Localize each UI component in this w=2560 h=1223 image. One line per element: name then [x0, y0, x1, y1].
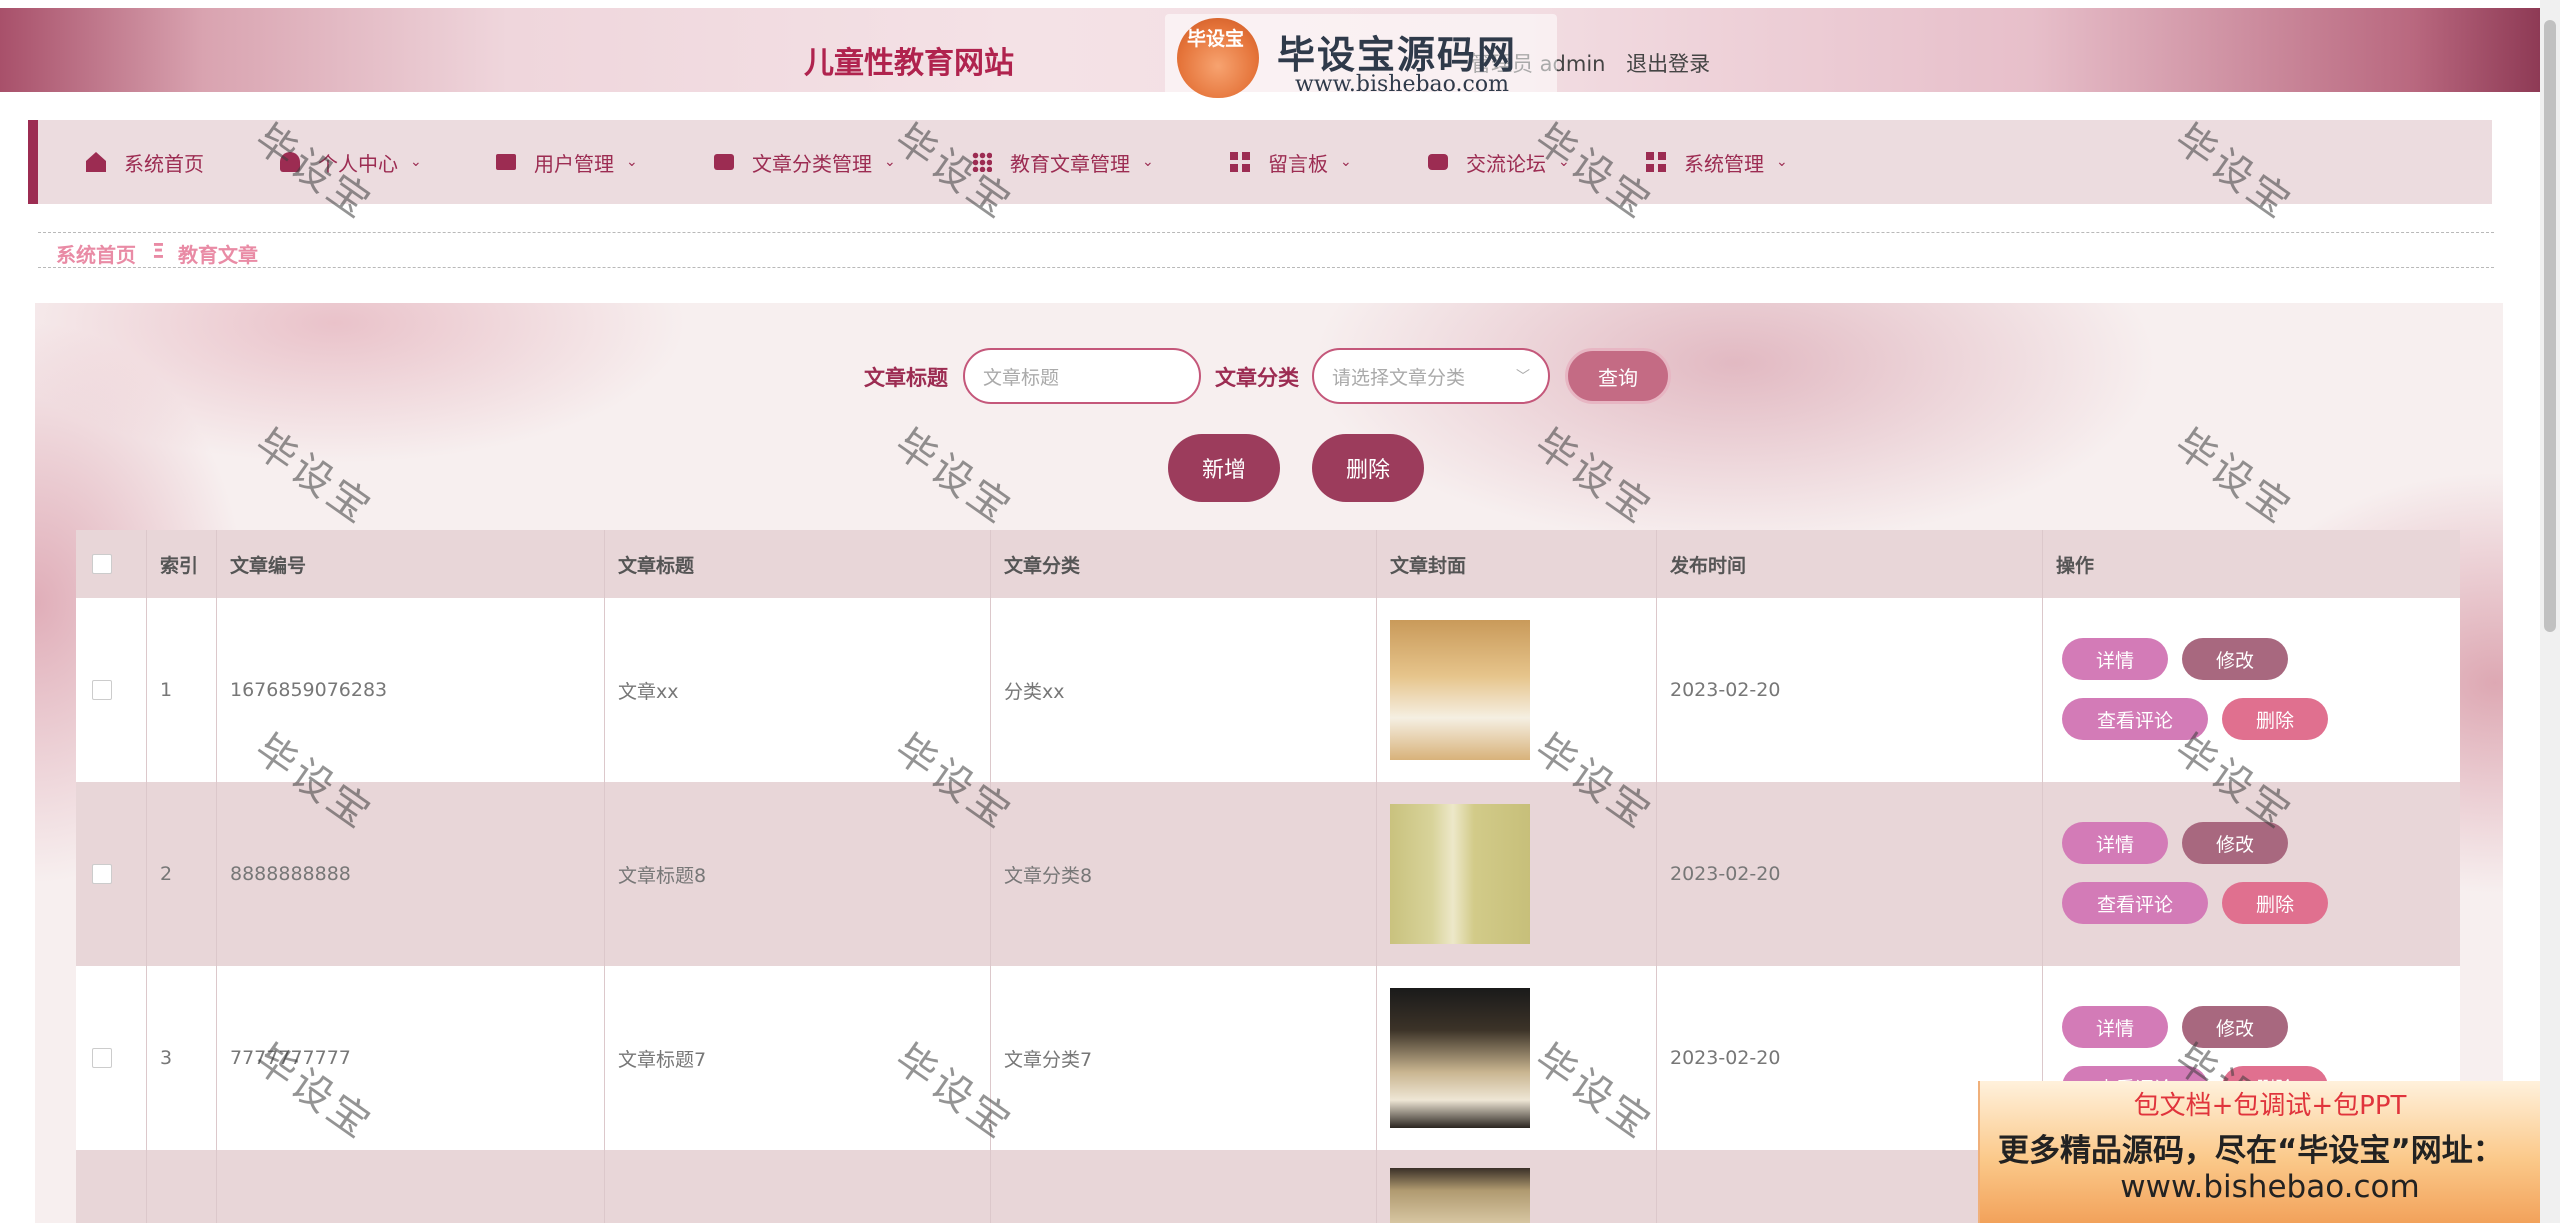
detail-button[interactable]: 详情	[2062, 1006, 2168, 1048]
row-checkbox[interactable]	[92, 864, 112, 884]
select-all-checkbox[interactable]	[92, 554, 112, 574]
nav-item-article-category[interactable]: 文章分类管理 ⌄	[714, 120, 896, 204]
page-scrollbar[interactable]	[2540, 0, 2560, 1223]
th-title: 文章标题	[618, 554, 695, 577]
title-search-label: 文章标题	[864, 366, 948, 390]
ad-line-2: 更多精品源码，尽在“毕设宝”网址：	[1998, 1133, 2504, 1169]
cell-title: 文章xx	[618, 680, 679, 703]
logo-badge-icon: 毕设宝	[1177, 18, 1259, 98]
nav-item-edu-articles[interactable]: 教育文章管理 ⌄	[972, 120, 1154, 204]
delete-button[interactable]: 删除	[1312, 434, 1424, 502]
cell-code: 8888888888	[230, 863, 351, 885]
nav-item-profile[interactable]: 个人中心 ⌄	[280, 120, 422, 204]
cell-date: 2023-02-20	[1670, 1047, 1781, 1069]
logout-link[interactable]: 退出登录	[1626, 52, 1710, 76]
chevron-down-icon: ﹀	[1516, 369, 1530, 385]
cell-index: 2	[160, 863, 173, 885]
cell-category: 文章分类8	[1004, 864, 1093, 887]
nav-item-system[interactable]: 系统管理 ⌄	[1646, 120, 1788, 204]
person-icon	[280, 152, 300, 172]
title-search-input[interactable]: 文章标题	[963, 348, 1201, 404]
category-search-label: 文章分类	[1215, 366, 1299, 390]
site-title: 儿童性教育网站	[804, 46, 1014, 81]
add-button[interactable]: 新增	[1168, 434, 1280, 502]
home-icon	[86, 152, 106, 172]
th-category: 文章分类	[1004, 554, 1081, 577]
chevron-down-icon: ⌄	[1776, 154, 1788, 170]
th-date: 发布时间	[1670, 554, 1747, 577]
view-comments-button[interactable]: 查看评论	[2062, 882, 2208, 924]
cell-date: 2023-02-20	[1670, 679, 1781, 701]
nav-item-message-board[interactable]: 留言板 ⌄	[1230, 120, 1352, 204]
grid-icon	[1646, 152, 1666, 172]
th-index: 索引	[160, 554, 199, 577]
cell-category: 文章分类7	[1004, 1048, 1093, 1071]
detail-button[interactable]: 详情	[2062, 638, 2168, 680]
cell-index: 3	[160, 1047, 173, 1069]
scrollbar-thumb[interactable]	[2544, 20, 2556, 632]
nav-item-users[interactable]: 用户管理 ⌄	[496, 120, 638, 204]
breadcrumb-separator: Ξ	[152, 239, 165, 263]
chevron-down-icon: ⌄	[884, 154, 896, 170]
cell-title: 文章标题7	[618, 1048, 707, 1071]
chevron-down-icon: ⌄	[410, 154, 422, 170]
remove-button[interactable]: 删除	[2222, 698, 2328, 740]
th-actions: 操作	[2056, 554, 2095, 577]
cell-title: 文章标题8	[618, 864, 707, 887]
view-comments-button[interactable]: 查看评论	[2062, 698, 2208, 740]
query-button[interactable]: 查询	[1565, 348, 1671, 404]
edit-button[interactable]: 修改	[2182, 1006, 2288, 1048]
table-row: 1 1676859076283 文章xx 分类xx 2023-02-20 详情 …	[76, 598, 2460, 782]
main-nav: 系统首页 个人中心 ⌄ 用户管理 ⌄ 文章分类管理 ⌄ 教育文章管理 ⌄ 留言板…	[28, 120, 2492, 204]
briefcase-icon	[714, 154, 734, 170]
th-cover: 文章封面	[1390, 554, 1467, 577]
cell-code: 7777777777	[230, 1047, 351, 1069]
ad-banner[interactable]: 包文档+包调试+包PPT 更多精品源码，尽在“毕设宝”网址： www.bishe…	[1978, 1081, 2560, 1223]
chevron-down-icon: ⌄	[1558, 154, 1570, 170]
grid-icon	[1230, 152, 1250, 172]
cover-image	[1390, 620, 1530, 760]
table-header: 索引 文章编号 文章标题 文章分类 文章封面 发布时间 操作	[76, 530, 2460, 598]
logo-watermark: 毕设宝 毕设宝源码网 www.bishebao.com	[1165, 14, 1557, 102]
ad-line-1: 包文档+包调试+包PPT	[2133, 1091, 2407, 1121]
remove-button[interactable]: 删除	[2222, 882, 2328, 924]
cell-date: 2023-02-20	[1670, 863, 1781, 885]
ad-line-3: www.bishebao.com	[2120, 1169, 2420, 1205]
chevron-down-icon: ⌄	[626, 154, 638, 170]
monitor-icon	[496, 154, 516, 170]
th-code: 文章编号	[230, 554, 307, 577]
nav-item-forum[interactable]: 交流论坛 ⌄	[1428, 120, 1570, 204]
breadcrumb-current: 教育文章	[178, 243, 258, 267]
cell-category: 分类xx	[1004, 680, 1065, 703]
cover-image	[1390, 988, 1530, 1128]
breadcrumb: 系统首页 Ξ 教育文章	[38, 232, 2494, 268]
chevron-down-icon: ⌄	[1340, 154, 1352, 170]
row-checkbox[interactable]	[92, 680, 112, 700]
nav-item-home[interactable]: 系统首页	[86, 120, 204, 204]
breadcrumb-home[interactable]: 系统首页	[56, 239, 136, 268]
apps-grid-icon	[972, 152, 992, 172]
category-select[interactable]: 请选择文章分类 ﹀	[1312, 348, 1550, 404]
select-all-cell	[76, 530, 146, 598]
detail-button[interactable]: 详情	[2062, 822, 2168, 864]
cell-index: 1	[160, 679, 173, 701]
cell-code: 1676859076283	[230, 679, 388, 701]
table-row: 2 8888888888 文章标题8 文章分类8 2023-02-20 详情 修…	[76, 782, 2460, 966]
chevron-down-icon: ⌄	[1142, 154, 1154, 170]
chat-icon	[1428, 154, 1448, 170]
logo-url-text: www.bishebao.com	[1295, 72, 1509, 97]
edit-button[interactable]: 修改	[2182, 638, 2288, 680]
cover-image	[1390, 1168, 1530, 1223]
logo-main-text: 毕设宝源码网	[1277, 33, 1518, 77]
edit-button[interactable]: 修改	[2182, 822, 2288, 864]
row-checkbox[interactable]	[92, 1048, 112, 1068]
cover-image	[1390, 804, 1530, 944]
top-header: 儿童性教育网站 管理员 admin 退出登录 毕设宝 毕设宝源码网 www.bi…	[0, 8, 2540, 102]
